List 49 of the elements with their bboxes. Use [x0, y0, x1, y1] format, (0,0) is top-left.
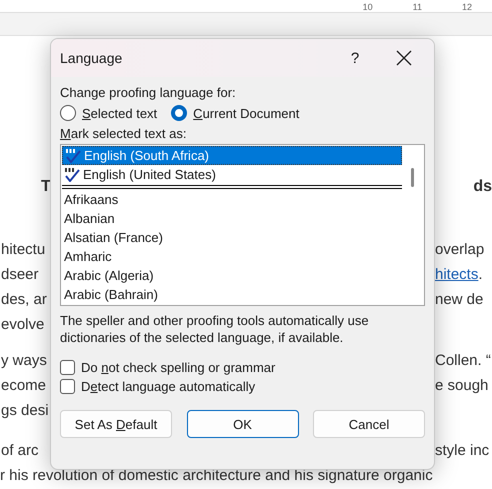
language-item[interactable]: Arabic (Algeria) — [62, 266, 402, 285]
document-text: e sough — [435, 377, 488, 394]
list-label: Mark selected text as: — [60, 126, 188, 141]
ruler-number: 11 — [412, 3, 422, 12]
radio-label[interactable]: Current Document — [193, 106, 300, 120]
language-list[interactable]: English (South Africa) English (United States) Afrikaans Albanian Alsatian (France) Amharic Arabic (Algeria) Arabic (Bahrain) — [60, 144, 425, 306]
radio-label[interactable]: Selected text — [82, 106, 158, 120]
document-text: gs desi — [0, 402, 50, 419]
language-item[interactable]: English (United States) — [62, 165, 402, 184]
dialog-title: Language — [60, 50, 124, 66]
checkbox-label[interactable]: Detect language automatically — [81, 379, 256, 394]
checkbox[interactable] — [60, 379, 75, 394]
info-text: The speller and other proofing tools automatically use dictionaries of the selected language, if available. — [60, 312, 370, 346]
document-text: dseer — [0, 266, 40, 283]
document-text: . — [478, 266, 483, 283]
radio-button[interactable] — [60, 105, 76, 121]
ruler-number: 10 — [362, 3, 373, 12]
checkbox-label[interactable]: Do not check spelling or grammar — [81, 360, 276, 375]
document-text: hitectu — [0, 241, 46, 258]
language-item[interactable]: English (South Africa) — [62, 146, 402, 165]
help-button[interactable]: ? — [340, 50, 370, 66]
checkbox[interactable] — [60, 360, 75, 375]
document-text: ds — [473, 178, 492, 196]
language-item[interactable]: Arabic (Bahrain) — [62, 285, 402, 304]
document-text: style inc — [435, 442, 490, 459]
language-item[interactable]: Afrikaans — [62, 190, 402, 209]
language-item[interactable]: Albanian — [62, 209, 402, 228]
language-item[interactable]: Amharic — [62, 247, 402, 266]
radio-button[interactable] — [171, 105, 188, 121]
dialog-button[interactable]: Set As Default — [60, 410, 172, 438]
document-text: r his revolution of domestic architecture and his signature organic — [0, 467, 433, 484]
document-text: of arc — [0, 442, 40, 459]
spellcheck-icon — [65, 148, 81, 162]
spellcheck-icon — [64, 168, 80, 182]
dialog-button[interactable]: OK — [186, 410, 298, 438]
document-text: y ways — [0, 352, 48, 369]
document-text: des, ar — [0, 291, 48, 308]
document-text: overlap — [435, 241, 484, 258]
close-icon[interactable] — [396, 50, 412, 66]
document-text: new de — [435, 291, 484, 308]
ruler-number: 12 — [462, 3, 472, 12]
document-text: T — [40, 178, 52, 196]
document-text: ecome — [0, 377, 48, 394]
language-item[interactable]: Alsatian (France) — [62, 228, 402, 247]
dialog-button[interactable]: Cancel — [313, 410, 425, 438]
document-text: Collen. “ — [435, 352, 491, 369]
document-text: evolve — [0, 316, 46, 333]
document-link[interactable]: hitects — [435, 266, 478, 283]
scope-label: Change proofing language for: — [60, 85, 237, 100]
